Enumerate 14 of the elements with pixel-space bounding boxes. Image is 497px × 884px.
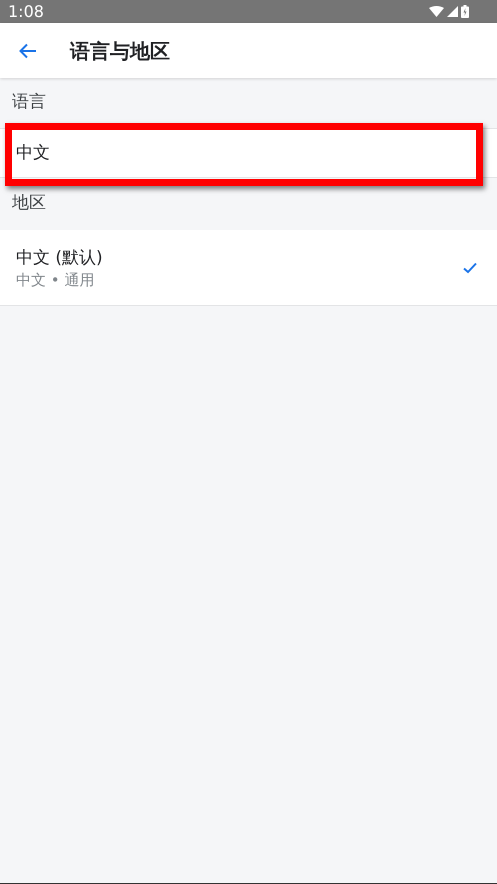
signal-icon xyxy=(447,6,458,17)
wifi-icon xyxy=(429,6,444,17)
screen-title: 语言与地区 xyxy=(70,38,170,64)
checkmark-icon xyxy=(463,262,477,274)
item-title: 中文 xyxy=(16,142,50,165)
back-arrow-icon xyxy=(19,42,37,58)
section-header: 语言 xyxy=(12,91,46,114)
battery-icon xyxy=(461,5,469,18)
list-item[interactable]: 中文 xyxy=(0,129,497,178)
status-time: 1:08 xyxy=(8,0,44,22)
list-item[interactable]: 中文 (默认) 中文 • 通用 xyxy=(0,230,497,306)
item-subtitle: 中文 • 通用 xyxy=(16,270,96,290)
item-title: 中文 (默认) xyxy=(16,246,103,270)
section-header: 地区 xyxy=(12,192,46,216)
